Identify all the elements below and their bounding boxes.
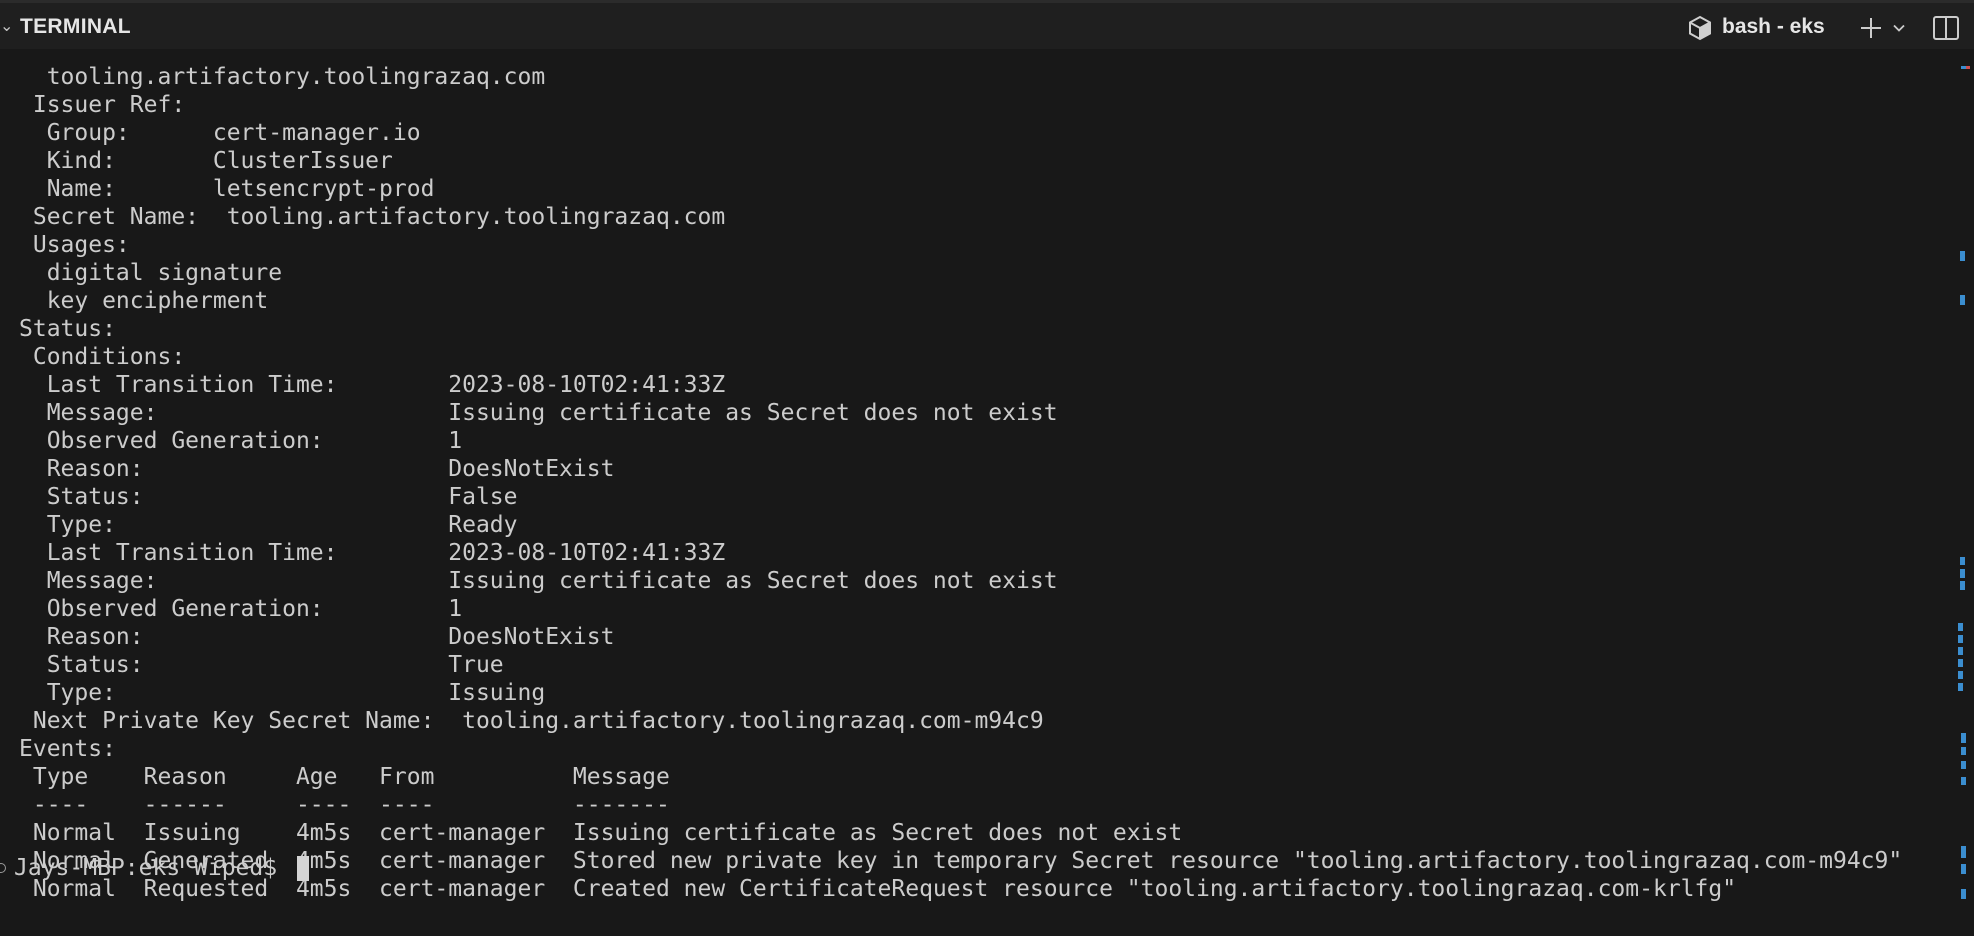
split-panel-button[interactable] [1928, 11, 1964, 45]
ruler-marker [1961, 777, 1966, 785]
chevron-down-icon [1893, 24, 1905, 32]
output-line: Secret Name: tooling.artifactory.tooling… [19, 204, 726, 230]
ruler-marker [1961, 846, 1966, 858]
ruler-marker [1958, 623, 1963, 631]
ruler-marker [1961, 747, 1966, 755]
ruler-marker [1958, 683, 1963, 691]
text-cursor [296, 855, 309, 881]
ruler-marker [1960, 557, 1965, 565]
launch-profile-dropdown[interactable] [1888, 11, 1910, 45]
ruler-marker [1958, 659, 1963, 667]
output-line: Reason: DoesNotExist [19, 456, 615, 482]
output-line: Normal Issuing 4m5s cert-manager Issuing… [19, 820, 1183, 846]
terminal-output: tooling.artifactory.toolingrazaq.com Iss… [19, 63, 1902, 903]
output-line: Type Reason Age From Message [19, 764, 670, 790]
ruler-marker [1960, 295, 1965, 305]
output-line: Reason: DoesNotExist [19, 624, 615, 650]
output-line: Type: Issuing [19, 680, 546, 706]
output-line: tooling.artifactory.toolingrazaq.com [19, 64, 546, 90]
output-line: Status: True [19, 652, 504, 678]
ruler-marker [1960, 569, 1965, 578]
output-line: Observed Generation: 1 [19, 428, 463, 454]
output-line: Conditions: [19, 344, 186, 370]
ruler-marker [1960, 251, 1965, 261]
ruler-marker [1958, 647, 1963, 655]
prompt-line[interactable]: Jays-MBP:eks Wiped$ [0, 854, 309, 882]
ruler-marker [1958, 635, 1963, 643]
ruler-marker [1966, 66, 1970, 69]
plus-icon [1861, 18, 1881, 38]
output-line: Events: [19, 736, 116, 762]
output-line: key encipherment [19, 288, 269, 314]
split-panel-icon [1933, 16, 1959, 40]
terminal-header: ⌄ TERMINAL bash - eks [0, 0, 1974, 49]
output-line: Message: Issuing certificate as Secret d… [19, 568, 1058, 594]
shell-prompt: Jays-MBP:eks Wiped$ [14, 855, 291, 881]
ruler-marker [1961, 733, 1966, 743]
output-line: Usages: [19, 232, 130, 258]
new-terminal-button[interactable] [1856, 11, 1886, 45]
terminal-profile-icon [1689, 15, 1711, 41]
panel-collapse-icon[interactable]: ⌄ [0, 16, 13, 35]
output-line: Next Private Key Secret Name: tooling.ar… [19, 708, 1044, 734]
terminal-panel: ⌄ TERMINAL bash - eks tooling.artifactor… [0, 0, 1974, 936]
ruler-marker [1961, 66, 1966, 69]
output-line: Last Transition Time: 2023-08-10T02:41:3… [19, 540, 726, 566]
output-line: Status: [19, 316, 116, 342]
output-line: digital signature [19, 260, 283, 286]
output-line: ---- ------ ---- ---- ------- [19, 792, 670, 818]
ruler-marker [1961, 889, 1966, 899]
output-line: Name: letsencrypt-prod [19, 176, 435, 202]
output-line: Last Transition Time: 2023-08-10T02:41:3… [19, 372, 726, 398]
overview-ruler[interactable] [1958, 49, 1974, 936]
ruler-marker [1961, 761, 1966, 769]
output-line: Type: Ready [19, 512, 518, 538]
output-line: Message: Issuing certificate as Secret d… [19, 400, 1058, 426]
output-line: Group: cert-manager.io [19, 120, 421, 146]
ruler-marker [1958, 671, 1963, 679]
panel-title[interactable]: TERMINAL [20, 15, 131, 39]
terminal-name[interactable]: bash - eks [1722, 15, 1825, 39]
ruler-marker [1961, 864, 1966, 874]
ruler-marker [1960, 581, 1965, 590]
output-line: Observed Generation: 1 [19, 596, 463, 622]
output-line: Status: False [19, 484, 518, 510]
terminal-content[interactable]: tooling.artifactory.toolingrazaq.com Iss… [0, 49, 1974, 936]
output-line: Kind: ClusterIssuer [19, 148, 393, 174]
command-decoration-icon[interactable] [0, 863, 6, 873]
output-line: Issuer Ref: [19, 92, 186, 118]
